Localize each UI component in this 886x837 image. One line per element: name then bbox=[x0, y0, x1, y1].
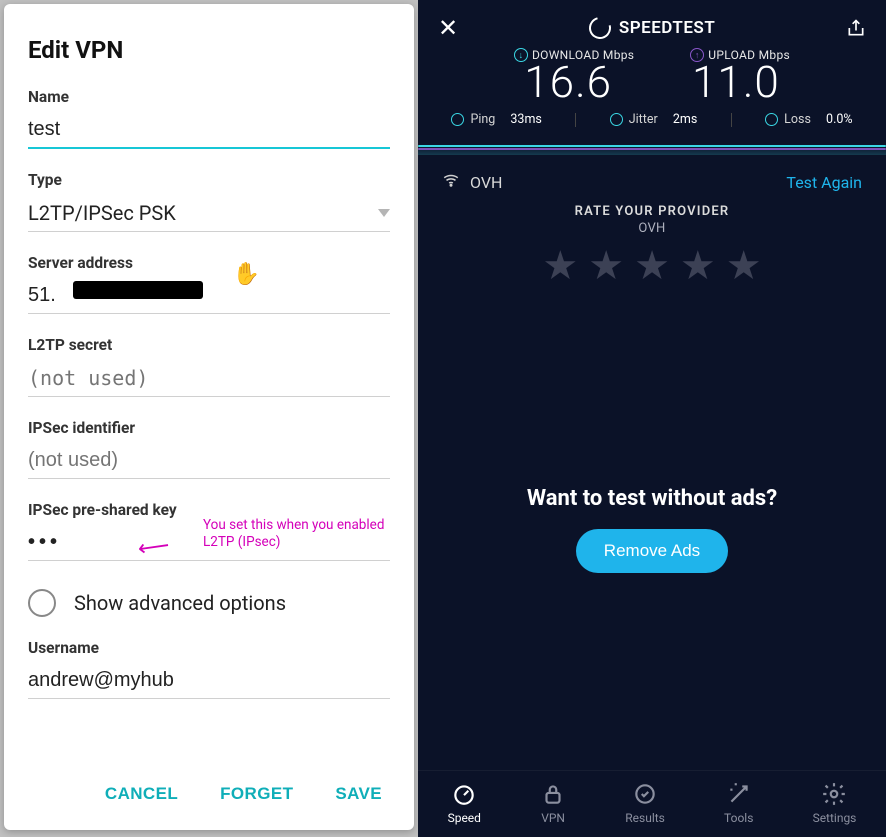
vpn-dialog-backdrop: Edit VPN Name Type L2TP/IPSec PSK Server… bbox=[0, 0, 418, 837]
show-advanced-checkbox[interactable] bbox=[28, 589, 56, 617]
remove-ads-button[interactable]: Remove Ads bbox=[576, 529, 728, 573]
download-value: 16.6 bbox=[524, 56, 612, 108]
speed-graph bbox=[418, 133, 886, 155]
type-value: L2TP/IPSec PSK bbox=[28, 201, 176, 225]
tab-label: Results bbox=[625, 811, 665, 825]
bottom-tabbar: Speed VPN Results Tools Settings bbox=[418, 770, 886, 837]
hand-cursor-icon: ✋ bbox=[233, 262, 260, 287]
name-input[interactable] bbox=[28, 110, 390, 149]
tab-speed[interactable]: Speed bbox=[448, 781, 481, 825]
server-label: Server address bbox=[28, 254, 390, 272]
star-2[interactable]: ★ bbox=[588, 246, 624, 286]
type-label: Type bbox=[28, 171, 390, 189]
cancel-button[interactable]: CANCEL bbox=[101, 778, 182, 810]
speedtest-title: SPEEDTEST bbox=[589, 17, 715, 39]
gear-icon bbox=[821, 781, 847, 807]
share-icon[interactable] bbox=[846, 18, 866, 38]
big-values: 16.6 11.0 bbox=[418, 56, 886, 108]
stat-bar: Ping 33ms Jitter 2ms Loss 0.0% bbox=[418, 112, 886, 127]
tab-settings[interactable]: Settings bbox=[813, 781, 857, 825]
ping-stat: Ping 33ms bbox=[451, 112, 541, 127]
type-select[interactable]: L2TP/IPSec PSK bbox=[28, 193, 390, 232]
rate-provider: OVH bbox=[418, 221, 886, 236]
tab-results[interactable]: Results bbox=[625, 781, 665, 825]
lock-icon bbox=[540, 781, 566, 807]
speedtest-screen: ✕ SPEEDTEST ↓ DOWNLOAD Mbps ↑ UPLOAD Mbp… bbox=[418, 0, 886, 837]
results-icon bbox=[632, 781, 658, 807]
vpn-dialog: Edit VPN Name Type L2TP/IPSec PSK Server… bbox=[4, 4, 414, 830]
speedometer-icon bbox=[451, 781, 477, 807]
ipsec-id-label: IPSec identifier bbox=[28, 419, 390, 437]
star-3[interactable]: ★ bbox=[634, 246, 670, 286]
show-advanced-label: Show advanced options bbox=[74, 591, 286, 615]
gauge-icon bbox=[585, 13, 615, 43]
speedtest-topbar: ✕ SPEEDTEST bbox=[418, 0, 886, 42]
l2tp-secret-input[interactable] bbox=[28, 358, 390, 397]
wifi-icon bbox=[442, 171, 460, 194]
speedtest-title-text: SPEEDTEST bbox=[619, 18, 715, 38]
dialog-button-row: CANCEL FORGET SAVE bbox=[28, 772, 390, 818]
tab-label: Tools bbox=[724, 811, 753, 825]
dialog-title: Edit VPN bbox=[28, 36, 390, 64]
ping-icon bbox=[451, 113, 464, 126]
psk-annotation: You set this when you enabled L2TP (IPse… bbox=[203, 517, 390, 551]
tab-label: Speed bbox=[448, 811, 481, 825]
rate-heading: RATE YOUR PROVIDER bbox=[418, 204, 886, 219]
screenshot-root: Edit VPN Name Type L2TP/IPSec PSK Server… bbox=[0, 0, 886, 837]
tab-label: Settings bbox=[813, 811, 857, 825]
rating-stars: ★ ★ ★ ★ ★ bbox=[418, 246, 886, 286]
save-button[interactable]: SAVE bbox=[331, 778, 386, 810]
loss-icon bbox=[765, 113, 778, 126]
tab-label: VPN bbox=[541, 811, 565, 825]
show-advanced-row[interactable]: Show advanced options bbox=[28, 589, 390, 617]
tab-tools[interactable]: Tools bbox=[724, 781, 753, 825]
username-label: Username bbox=[28, 639, 390, 657]
username-input[interactable] bbox=[28, 661, 390, 699]
upload-value: 11.0 bbox=[692, 56, 780, 108]
star-4[interactable]: ★ bbox=[680, 246, 716, 286]
wand-icon bbox=[726, 781, 752, 807]
ipsec-id-input[interactable] bbox=[28, 441, 390, 479]
loss-stat: Loss 0.0% bbox=[765, 112, 852, 127]
noads-heading: Want to test without ads? bbox=[418, 486, 886, 511]
redaction-scribble bbox=[73, 281, 203, 299]
close-icon[interactable]: ✕ bbox=[438, 14, 458, 42]
l2tp-secret-label: L2TP secret bbox=[28, 336, 390, 354]
dropdown-triangle-icon bbox=[378, 209, 390, 217]
star-5[interactable]: ★ bbox=[726, 246, 762, 286]
annotation-arrow-icon: ⟵ bbox=[136, 533, 171, 562]
star-1[interactable]: ★ bbox=[542, 246, 578, 286]
jitter-stat: Jitter 2ms bbox=[610, 112, 698, 127]
name-label: Name bbox=[28, 88, 390, 106]
tab-vpn[interactable]: VPN bbox=[540, 781, 566, 825]
test-again-link[interactable]: Test Again bbox=[786, 173, 862, 192]
jitter-icon bbox=[610, 113, 623, 126]
provider-name: OVH bbox=[442, 171, 502, 194]
provider-row: OVH Test Again bbox=[418, 155, 886, 194]
forget-button[interactable]: FORGET bbox=[216, 778, 297, 810]
